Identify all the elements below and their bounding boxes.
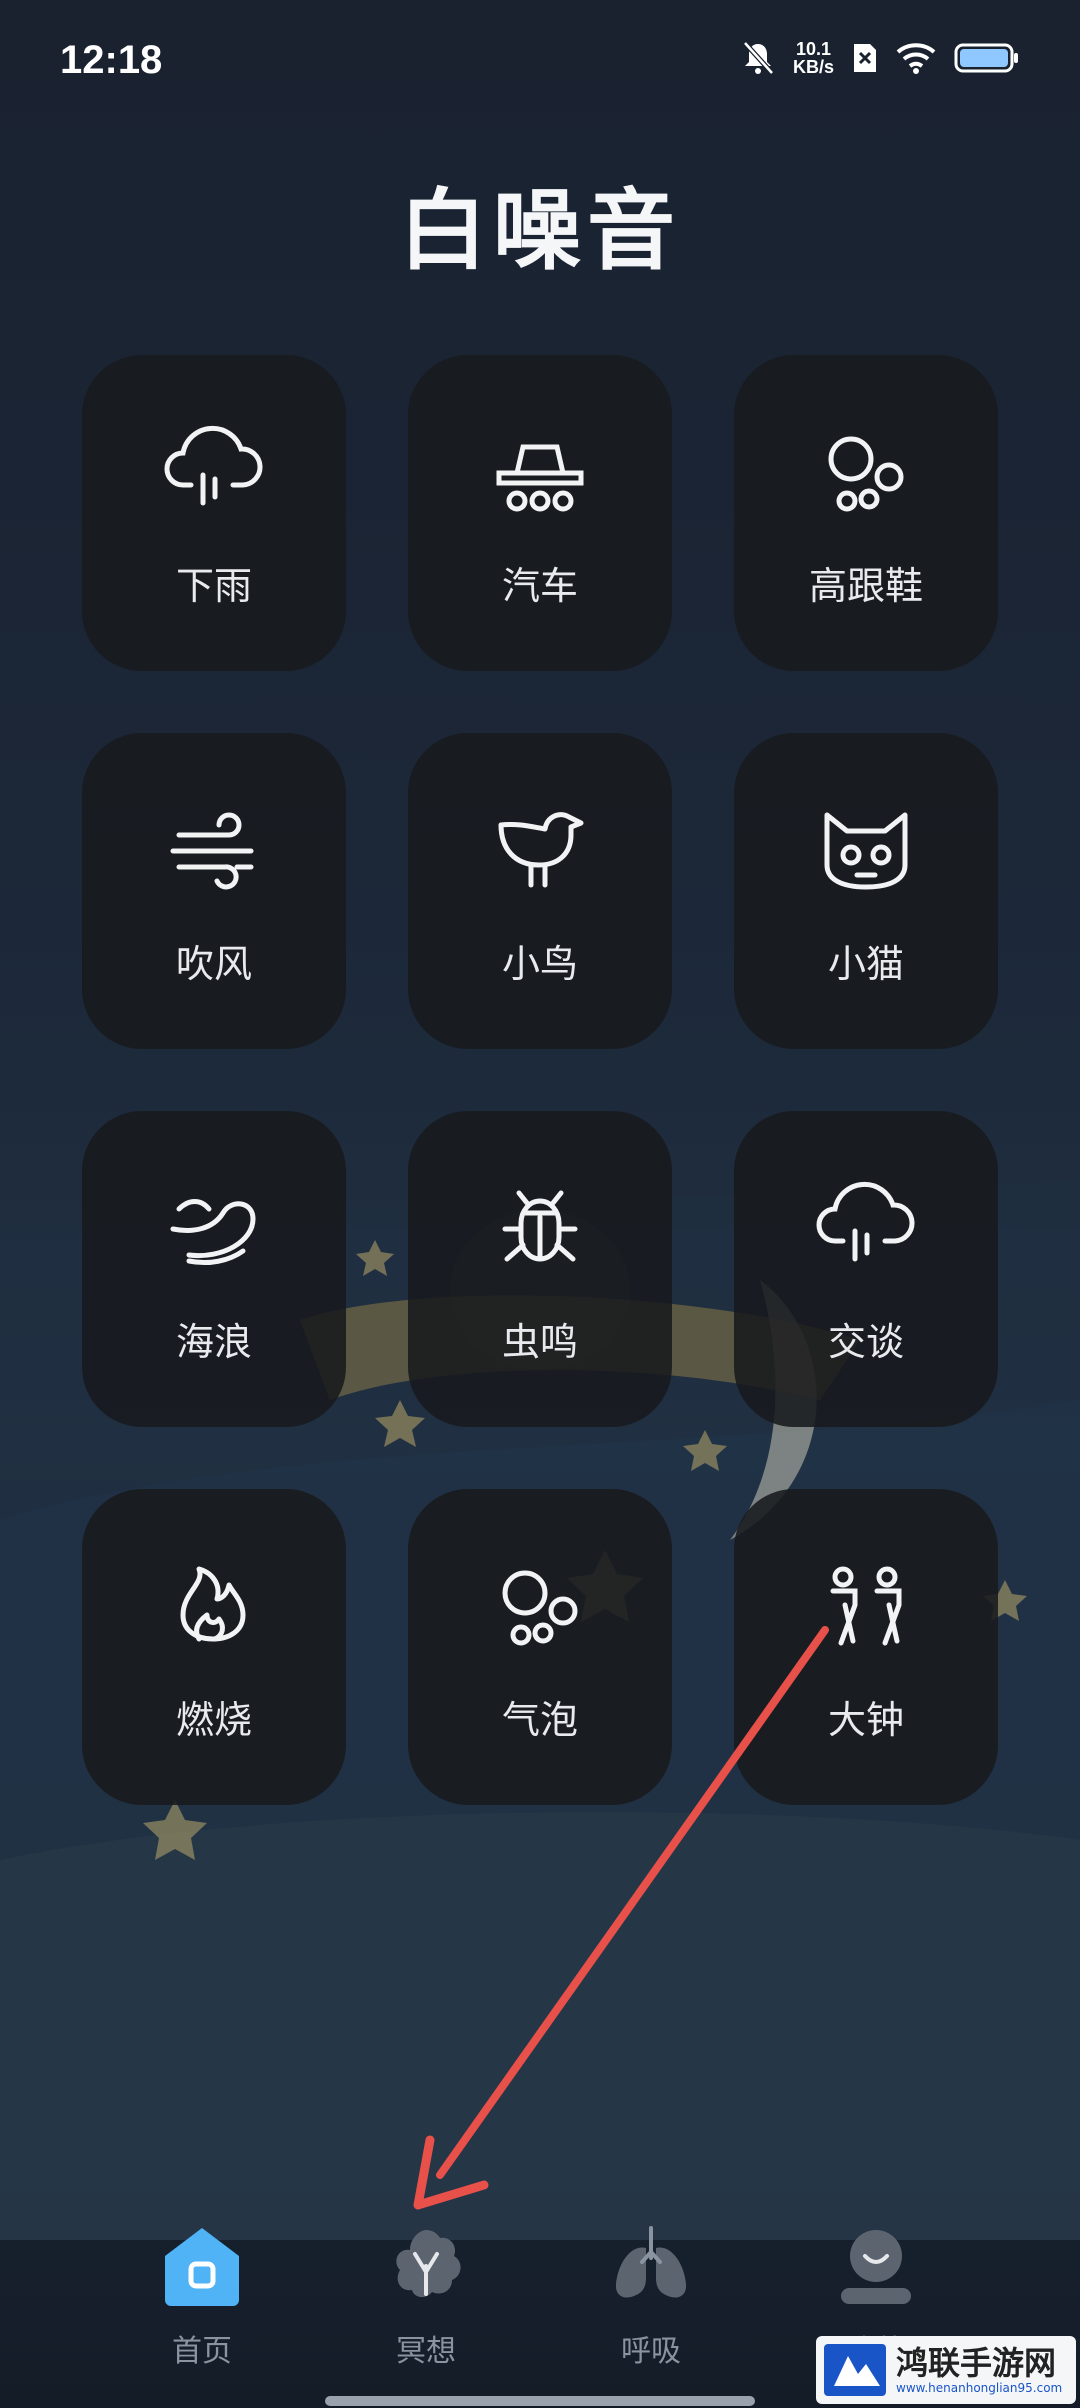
- nav-item-home[interactable]: 首页: [122, 2210, 282, 2370]
- nav-label: 呼吸: [621, 2334, 681, 2369]
- site-watermark: 鸿联手游网 www.henanhonglian95.com: [816, 2336, 1076, 2404]
- sound-label: 大钟: [827, 1698, 904, 1742]
- sound-tile-heels[interactable]: 高跟鞋: [734, 355, 998, 671]
- meditate-icon: [396, 2230, 461, 2298]
- sound-tile-insect[interactable]: 虫鸣: [408, 1111, 672, 1427]
- wave-icon: [170, 1199, 256, 1266]
- sound-label: 高跟鞋: [808, 564, 923, 608]
- sound-label: 吹风: [175, 942, 252, 986]
- status-bar: 12:18 10.1 KB/s: [0, 0, 1080, 120]
- sound-label: 汽车: [501, 564, 578, 608]
- sound-label: 燃烧: [175, 1698, 252, 1742]
- sound-tile-car[interactable]: 汽车: [408, 355, 672, 671]
- bells-icon: [830, 1566, 902, 1646]
- nav-label: 冥想: [396, 2334, 456, 2369]
- watermark-logo: [824, 2344, 886, 2396]
- battery-icon: [954, 43, 1018, 73]
- sound-tile-cat[interactable]: 小猫: [734, 733, 998, 1049]
- sound-label: 交谈: [827, 1320, 904, 1364]
- home-icon: [165, 2228, 239, 2306]
- lungs-icon: [615, 2226, 687, 2298]
- page-title: 白噪音: [398, 179, 681, 282]
- bug-icon: [502, 1190, 578, 1262]
- sound-tile-clock[interactable]: 大钟: [734, 1489, 998, 1805]
- wind-icon: [170, 812, 254, 890]
- sound-tile-rain[interactable]: 下雨: [82, 355, 346, 671]
- nav-label: 首页: [172, 2334, 232, 2369]
- sound-tile-wind[interactable]: 吹风: [82, 733, 346, 1049]
- net-speed: 10.1 KB/s: [793, 40, 834, 76]
- no-sim-icon: [854, 44, 876, 72]
- wifi-icon: [896, 43, 936, 74]
- sound-tile-bubbles[interactable]: 气泡: [408, 1489, 672, 1805]
- net-speed-unit: KB/s: [792, 57, 834, 77]
- cat-icon: [824, 812, 908, 890]
- home-indicator[interactable]: [325, 2396, 755, 2406]
- profile-icon: [841, 2230, 911, 2304]
- sound-tile-wave[interactable]: 海浪: [82, 1111, 346, 1427]
- sound-label: 小猫: [827, 942, 904, 986]
- bird-icon: [498, 812, 584, 888]
- sound-label: 气泡: [501, 1698, 578, 1742]
- sound-label: 下雨: [175, 564, 252, 608]
- fire-icon: [180, 1566, 246, 1642]
- status-time: 12:18: [60, 38, 163, 82]
- rain-cloud-icon: [816, 1181, 915, 1262]
- sound-tile-fire[interactable]: 燃烧: [82, 1489, 346, 1805]
- sound-tile-talk[interactable]: 交谈: [734, 1111, 998, 1427]
- net-speed-value: 10.1: [795, 39, 832, 59]
- bubbles-icon: [502, 1570, 578, 1646]
- watermark-title: 鸿联手游网: [896, 2344, 1057, 2382]
- sound-tile-bird[interactable]: 小鸟: [408, 733, 672, 1049]
- circles-icon: [828, 436, 904, 512]
- nav-item-breathe[interactable]: 呼吸: [571, 2210, 731, 2370]
- watermark-url: www.henanhonglian95.com: [896, 2381, 1063, 2395]
- car-icon: [496, 444, 584, 512]
- rain-cloud-icon: [164, 425, 263, 506]
- sound-label: 小鸟: [501, 942, 578, 986]
- status-icons: 10.1 KB/s: [741, 40, 1020, 76]
- sound-label: 虫鸣: [501, 1320, 578, 1364]
- nav-item-meditate[interactable]: 冥想: [346, 2210, 506, 2370]
- bell-muted-icon: [743, 41, 774, 75]
- sound-label: 海浪: [175, 1320, 252, 1364]
